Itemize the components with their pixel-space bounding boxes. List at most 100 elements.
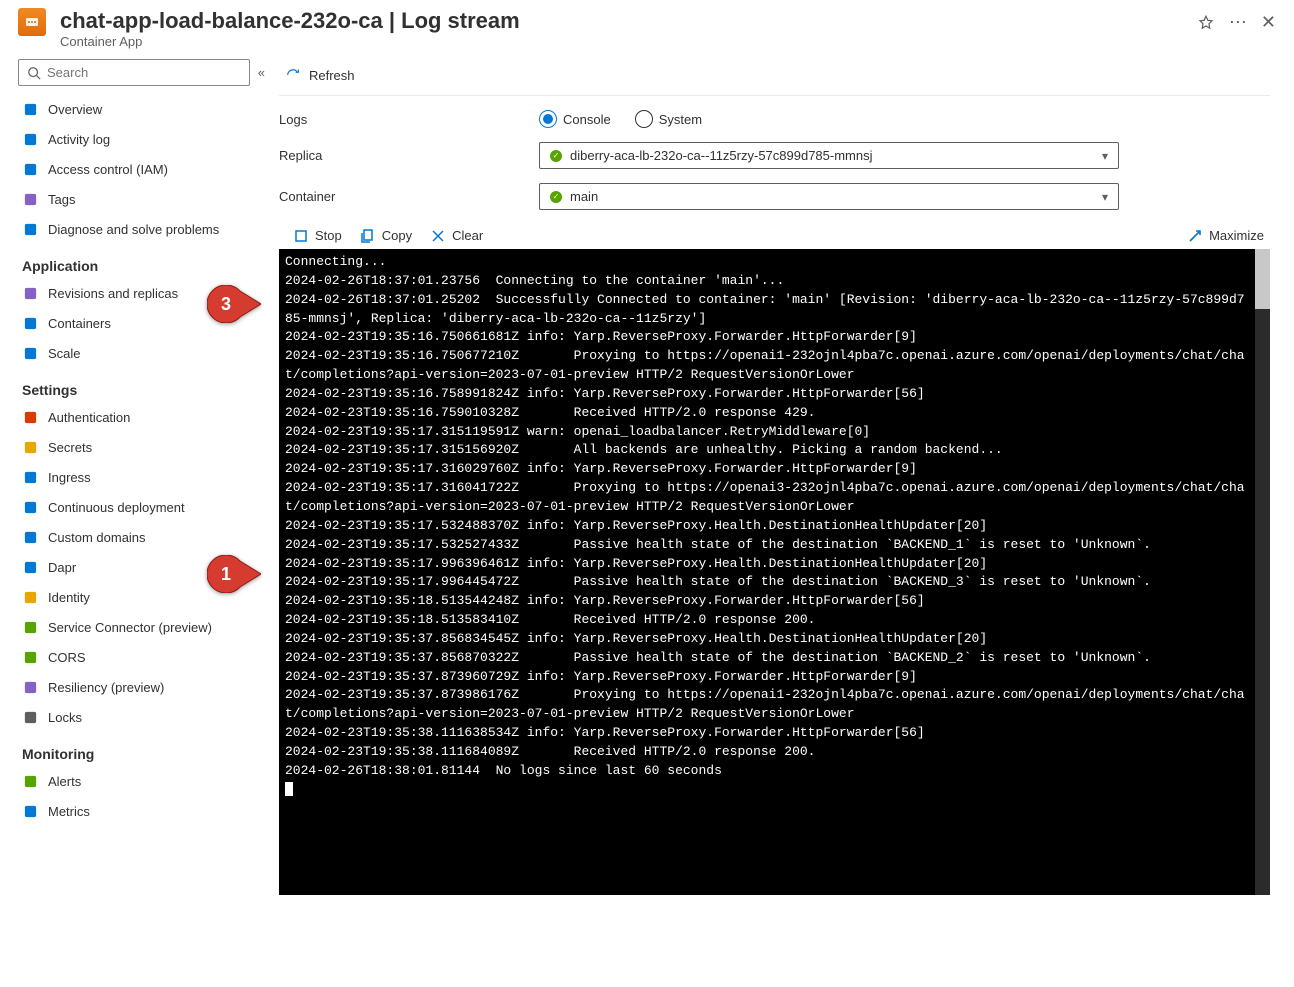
sidebar-item-auth[interactable]: Authentication (18, 402, 265, 432)
iam-icon (22, 161, 38, 177)
sidebar-item-cd[interactable]: Continuous deployment (18, 492, 265, 522)
copy-button[interactable]: Copy (360, 228, 412, 243)
stop-icon (293, 229, 309, 243)
sidebar-item-label: Alerts (48, 774, 81, 789)
sidebar-item-locks[interactable]: Locks (18, 702, 265, 732)
favorite-star-icon[interactable] (1197, 14, 1215, 32)
sidebar-item-label: Activity log (48, 132, 110, 147)
collapse-sidebar-icon[interactable]: « (258, 65, 265, 80)
auth-icon (22, 409, 38, 425)
locks-icon (22, 709, 38, 725)
dapr-icon (22, 559, 38, 575)
sidebar-item-label: Tags (48, 192, 75, 207)
copy-icon (360, 229, 376, 243)
sidebar-item-alerts[interactable]: Alerts (18, 766, 265, 796)
container-value: main (570, 189, 1094, 204)
sidebar-item-metrics[interactable]: Metrics (18, 796, 265, 826)
resiliency-icon (22, 679, 38, 695)
overview-icon (22, 101, 38, 117)
sidebar-item-activity[interactable]: Activity log (18, 124, 265, 154)
diagnose-icon (22, 221, 38, 237)
radio-system[interactable]: System (635, 110, 702, 128)
sidebar-section-header: Monitoring (18, 732, 265, 766)
radio-console[interactable]: Console (539, 110, 611, 128)
sidebar-item-label: CORS (48, 650, 86, 665)
sidebar-item-iam[interactable]: Access control (IAM) (18, 154, 265, 184)
log-output: Connecting... 2024-02-26T18:37:01.23756 … (285, 253, 1264, 799)
page-title: chat-app-load-balance-232o-ca | Log stre… (60, 8, 1197, 34)
main-content: Refresh Logs Console System Repli (275, 53, 1294, 907)
sidebar-item-label: Overview (48, 102, 102, 117)
clear-button[interactable]: Clear (430, 228, 483, 243)
sidebar-item-label: Service Connector (preview) (48, 620, 212, 635)
refresh-icon (285, 67, 301, 83)
status-ok-icon (550, 150, 562, 162)
activity-icon (22, 131, 38, 147)
sidebar-item-resiliency[interactable]: Resiliency (preview) (18, 672, 265, 702)
callout-1: 1 (207, 555, 261, 593)
sidebar-item-diagnose[interactable]: Diagnose and solve problems (18, 214, 265, 244)
refresh-button[interactable]: Refresh (285, 67, 355, 83)
maximize-button[interactable]: Maximize (1187, 228, 1264, 243)
sidebar-item-overview[interactable]: Overview (18, 94, 265, 124)
svg-text:1: 1 (221, 564, 231, 584)
sidebar-item-tags[interactable]: Tags (18, 184, 265, 214)
sidebar-item-label: Diagnose and solve problems (48, 222, 219, 237)
sidebar-item-label: Dapr (48, 560, 76, 575)
sidebar-section-header: Application (18, 244, 265, 278)
sidebar-item-label: Ingress (48, 470, 91, 485)
sidebar-item-ingress[interactable]: Ingress (18, 462, 265, 492)
sidebar-item-svc[interactable]: Service Connector (preview) (18, 612, 265, 642)
svg-text:3: 3 (221, 294, 231, 314)
chevron-down-icon: ▾ (1102, 149, 1108, 163)
logs-label: Logs (279, 112, 539, 127)
revisions-icon (22, 285, 38, 301)
svc-icon (22, 619, 38, 635)
container-select[interactable]: main ▾ (539, 183, 1119, 210)
log-console[interactable]: Connecting... 2024-02-26T18:37:01.23756 … (279, 249, 1270, 895)
close-icon[interactable]: ✕ (1261, 12, 1276, 33)
status-ok-icon (550, 191, 562, 203)
sidebar: « Overview Activity log Access control (IA… (0, 53, 275, 907)
secrets-icon (22, 439, 38, 455)
sidebar-item-cors[interactable]: CORS (18, 642, 265, 672)
search-input[interactable] (47, 65, 241, 80)
cursor (285, 782, 293, 796)
scale-icon (22, 345, 38, 361)
resource-type: Container App (60, 34, 1197, 49)
sidebar-item-label: Locks (48, 710, 82, 725)
sidebar-item-domains[interactable]: Custom domains (18, 522, 265, 552)
ingress-icon (22, 469, 38, 485)
cd-icon (22, 499, 38, 515)
container-app-icon (18, 8, 46, 36)
refresh-label: Refresh (309, 68, 355, 83)
more-icon[interactable]: ⋯ (1229, 12, 1247, 33)
sidebar-item-secrets[interactable]: Secrets (18, 432, 265, 462)
sidebar-item-label: Access control (IAM) (48, 162, 168, 177)
identity-icon (22, 589, 38, 605)
sidebar-item-label: Containers (48, 316, 111, 331)
sidebar-item-label: Secrets (48, 440, 92, 455)
sidebar-item-scale[interactable]: Scale (18, 338, 265, 368)
replica-value: diberry-aca-lb-232o-ca--11z5rzy-57c899d7… (570, 148, 1094, 163)
sidebar-section-header: Settings (18, 368, 265, 402)
sidebar-item-label: Resiliency (preview) (48, 680, 164, 695)
sidebar-item-label: Scale (48, 346, 81, 361)
sidebar-item-label: Identity (48, 590, 90, 605)
containers-icon (22, 315, 38, 331)
container-label: Container (279, 189, 539, 204)
sidebar-search[interactable] (18, 59, 250, 86)
cors-icon (22, 649, 38, 665)
alerts-icon (22, 773, 38, 789)
sidebar-item-label: Custom domains (48, 530, 146, 545)
replica-label: Replica (279, 148, 539, 163)
stop-button[interactable]: Stop (293, 228, 342, 243)
callout-3: 3 (207, 285, 261, 323)
clear-icon (430, 229, 446, 243)
chevron-down-icon: ▾ (1102, 190, 1108, 204)
sidebar-item-label: Continuous deployment (48, 500, 185, 515)
replica-select[interactable]: diberry-aca-lb-232o-ca--11z5rzy-57c899d7… (539, 142, 1119, 169)
sidebar-item-label: Revisions and replicas (48, 286, 178, 301)
domains-icon (22, 529, 38, 545)
metrics-icon (22, 803, 38, 819)
